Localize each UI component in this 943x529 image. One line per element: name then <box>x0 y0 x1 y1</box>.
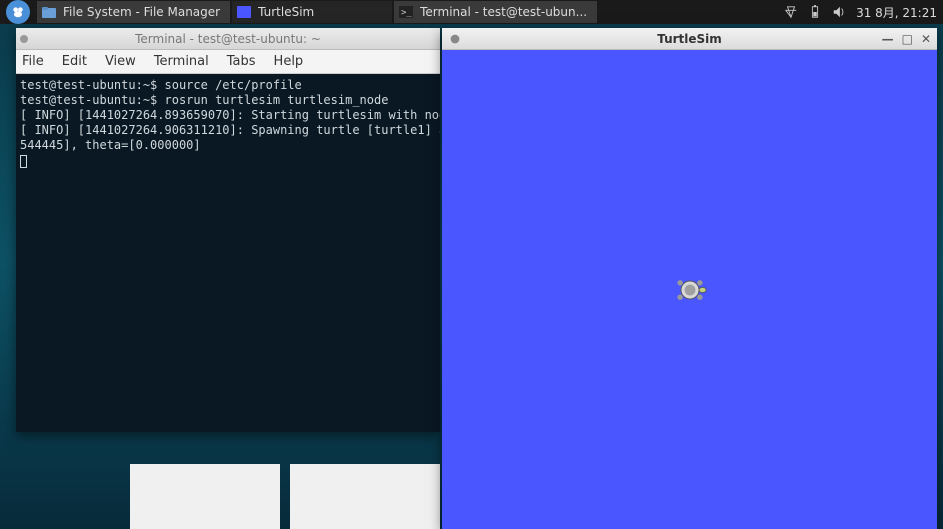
turtle-sprite <box>672 272 708 308</box>
taskbar-item-label: File System - File Manager <box>63 5 220 19</box>
top-panel: File System - File Manager TurtleSim >_ … <box>0 0 943 24</box>
terminal-cursor <box>20 155 27 168</box>
window-controls: — □ ✕ <box>882 32 931 46</box>
terminal-line: [ INFO] [1441027264.893659070]: Starting… <box>20 108 440 122</box>
terminal-body[interactable]: test@test-ubuntu:~$ source /etc/profile … <box>16 74 440 432</box>
clock-label[interactable]: 31 8月, 21:21 <box>856 4 937 21</box>
terminal-line: 544445], theta=[0.000000] <box>20 138 201 152</box>
window-buttons <box>20 35 28 43</box>
menu-edit[interactable]: Edit <box>62 54 87 69</box>
window-close-button[interactable] <box>20 35 28 43</box>
minimize-button[interactable]: — <box>882 32 894 46</box>
folder-icon <box>41 4 57 20</box>
xfce-menu-button[interactable] <box>6 0 30 24</box>
menu-file[interactable]: File <box>22 54 44 69</box>
turtle-app-icon <box>448 32 462 46</box>
menu-tabs[interactable]: Tabs <box>227 54 256 69</box>
taskbar-item-turtlesim[interactable]: TurtleSim <box>232 1 392 23</box>
volume-icon[interactable] <box>832 5 846 19</box>
terminal-line: [ INFO] [1441027264.906311210]: Spawning… <box>20 123 440 137</box>
close-button[interactable]: ✕ <box>921 32 931 46</box>
terminal-line: test@test-ubuntu:~$ rosrun turtlesim tur… <box>20 93 388 107</box>
maximize-button[interactable]: □ <box>902 32 913 46</box>
terminal-menubar: File Edit View Terminal Tabs Help <box>16 50 440 74</box>
turtlesim-window: TurtleSim — □ ✕ <box>442 28 937 529</box>
turtlesim-titlebar[interactable]: TurtleSim — □ ✕ <box>442 28 937 50</box>
menu-help[interactable]: Help <box>274 54 304 69</box>
terminal-window: Terminal - test@test-ubuntu: ~ File Edit… <box>16 28 440 432</box>
terminal-titlebar[interactable]: Terminal - test@test-ubuntu: ~ <box>16 28 440 50</box>
menu-terminal[interactable]: Terminal <box>154 54 209 69</box>
taskbar-item-filemanager[interactable]: File System - File Manager <box>37 1 230 23</box>
menu-view[interactable]: View <box>105 54 136 69</box>
mouse-logo-icon <box>11 5 25 19</box>
taskbar-item-label: Terminal - test@test-ubun... <box>420 5 587 19</box>
network-icon[interactable] <box>784 5 798 19</box>
panel-right: 31 8月, 21:21 <box>784 4 937 21</box>
turtlesim-canvas[interactable] <box>442 50 937 529</box>
svg-text:>_: >_ <box>401 8 412 18</box>
taskbar-item-label: TurtleSim <box>258 5 314 19</box>
terminal-title: Terminal - test@test-ubuntu: ~ <box>135 32 321 46</box>
dock-placeholder <box>130 464 280 529</box>
taskbar-item-terminal[interactable]: >_ Terminal - test@test-ubun... <box>394 1 597 23</box>
terminal-icon: >_ <box>398 4 414 20</box>
terminal-line: test@test-ubuntu:~$ source /etc/profile <box>20 78 302 92</box>
dock-placeholder <box>290 464 440 529</box>
app-icon <box>236 4 252 20</box>
turtlesim-title: TurtleSim <box>657 32 722 46</box>
battery-icon[interactable] <box>808 5 822 19</box>
panel-left: File System - File Manager TurtleSim >_ … <box>0 0 598 24</box>
